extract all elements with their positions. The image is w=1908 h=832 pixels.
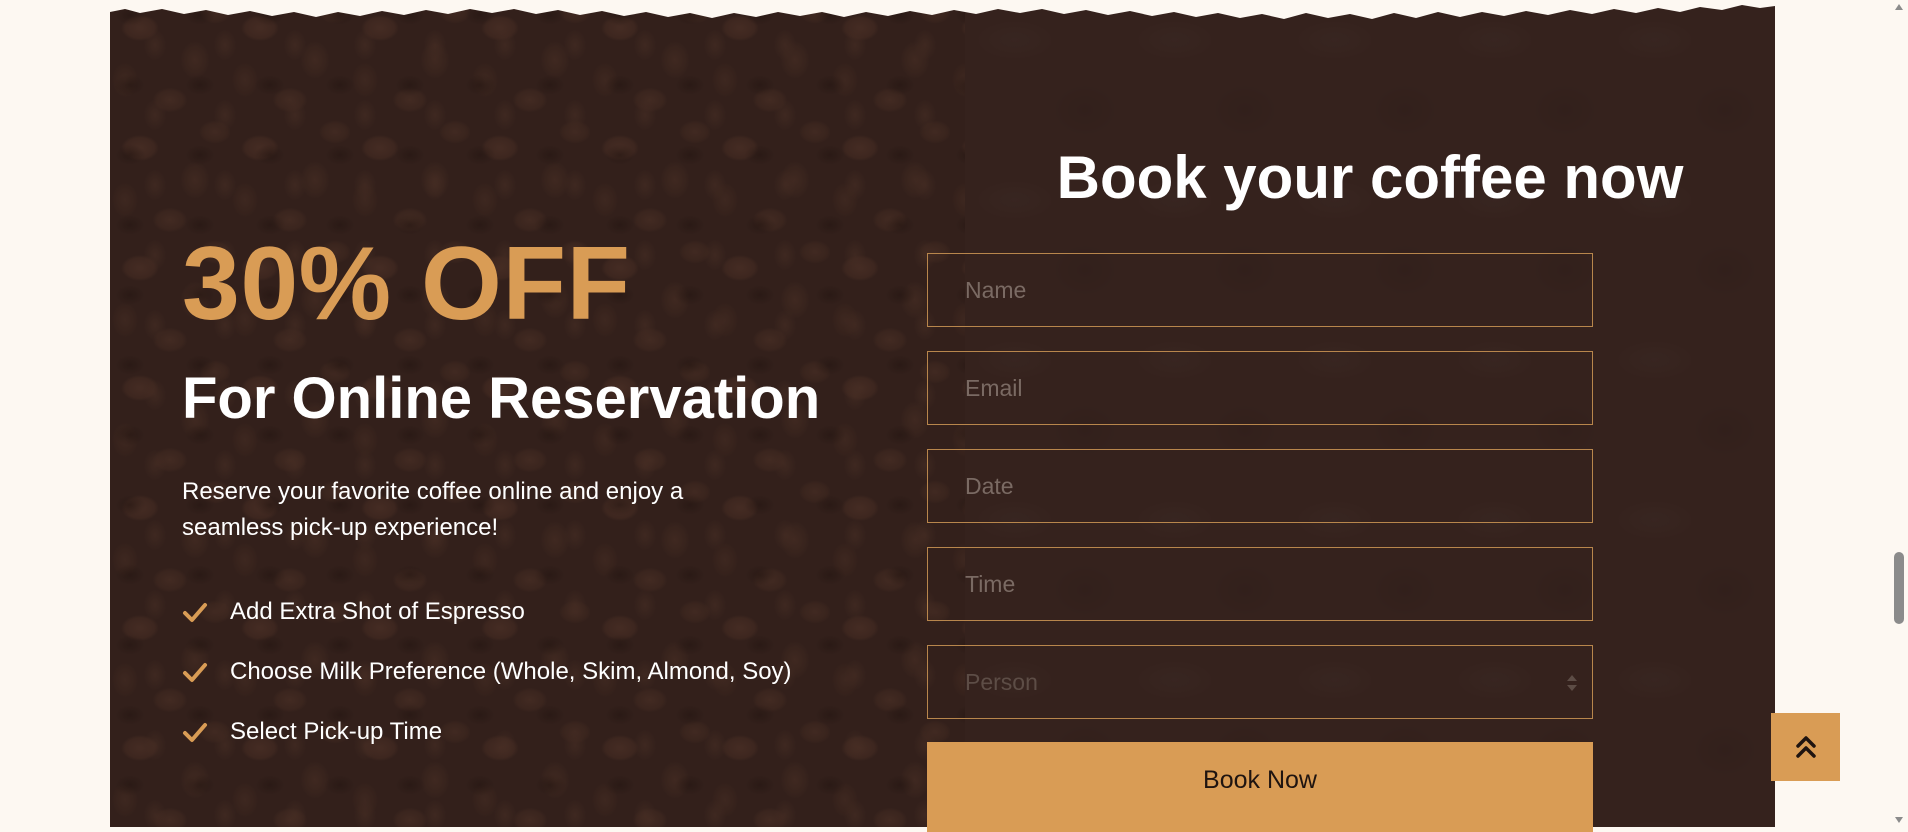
book-now-button[interactable]: Book Now	[927, 742, 1593, 832]
promo-subheading: For Online Reservation	[182, 366, 821, 431]
person-select-value: Person	[965, 668, 1038, 695]
feature-label: Add Extra Shot of Espresso	[230, 598, 525, 625]
sort-arrows-icon	[1567, 675, 1577, 691]
double-chevron-up-icon	[1795, 736, 1816, 758]
torn-paper-edge	[110, 0, 1775, 19]
check-icon	[183, 663, 207, 682]
feature-label: Choose Milk Preference (Whole, Skim, Alm…	[230, 658, 792, 685]
date-input[interactable]	[927, 449, 1593, 523]
discount-heading: 30% OFF	[182, 226, 631, 342]
name-input[interactable]	[927, 253, 1593, 327]
scroll-down-arrow-icon[interactable]	[1894, 816, 1904, 824]
back-to-top-button[interactable]	[1771, 713, 1840, 781]
booking-form-title: Book your coffee now	[1056, 144, 1684, 211]
feature-list: Add Extra Shot of Espresso Choose Milk P…	[182, 582, 792, 762]
check-icon	[183, 723, 207, 742]
page-scrollbar[interactable]	[1890, 0, 1908, 827]
feature-label: Select Pick-up Time	[230, 718, 443, 745]
feature-item: Select Pick-up Time	[182, 702, 792, 762]
email-input[interactable]	[927, 351, 1593, 425]
time-input[interactable]	[927, 547, 1593, 621]
check-icon	[183, 603, 207, 622]
scroll-up-arrow-icon[interactable]	[1894, 3, 1904, 11]
feature-item: Add Extra Shot of Espresso	[182, 582, 792, 642]
feature-item: Choose Milk Preference (Whole, Skim, Alm…	[182, 642, 792, 702]
promo-description: Reserve your favorite coffee online and …	[182, 478, 684, 541]
person-select[interactable]: Person	[927, 645, 1593, 719]
scrollbar-thumb[interactable]	[1894, 552, 1904, 624]
